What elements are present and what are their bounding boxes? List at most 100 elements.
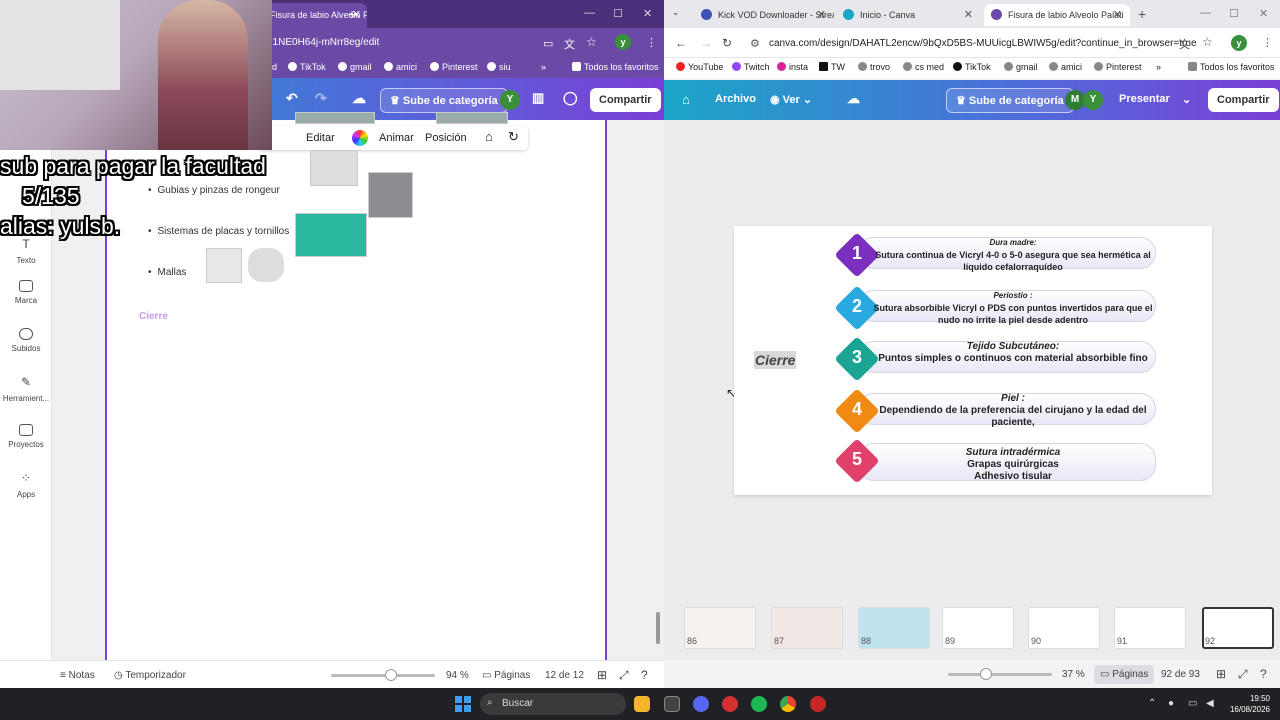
bookmark-insta[interactable]: insta [777, 62, 808, 72]
sidebar-item-apps[interactable]: ⁘ Apps [0, 472, 52, 499]
mesh-image[interactable] [206, 248, 242, 283]
store-icon[interactable] [664, 696, 680, 712]
new-tab-icon[interactable]: + [348, 6, 356, 22]
close-tab-icon[interactable]: ✕ [964, 8, 973, 21]
collaborator-avatar[interactable]: Y [1083, 90, 1103, 110]
undo-icon[interactable]: ↶ [286, 90, 298, 107]
discord-icon[interactable] [693, 696, 709, 712]
bookmark-tw[interactable]: TW [819, 62, 845, 72]
chrome-icon[interactable] [780, 696, 796, 712]
maximize-icon[interactable]: ☐ [1229, 7, 1239, 20]
zoom-slider-knob[interactable] [385, 669, 397, 681]
star-icon[interactable]: ☆ [1202, 35, 1213, 49]
present-dropdown-icon[interactable]: ⌄ [1182, 93, 1191, 106]
grid-view-icon[interactable]: ⊞ [1216, 667, 1226, 681]
url-field[interactable]: s71NE0H64j-mNrr8eg/edit [262, 37, 379, 48]
sidebar-item-proyectos[interactable]: Proyectos [0, 424, 52, 449]
timer-button[interactable]: ◷ Temporizador [114, 670, 186, 681]
system-clock[interactable]: 19:50 16/08/2026 [1220, 693, 1270, 715]
skull-image[interactable] [248, 248, 284, 282]
image-thumb[interactable] [436, 112, 508, 124]
scrollbar[interactable] [656, 612, 660, 644]
sidebar-item-herramientas[interactable]: ✎ Herramient... [0, 376, 52, 403]
image-thumb[interactable] [295, 112, 375, 124]
pages-button[interactable]: ▭ Páginas [1094, 665, 1155, 684]
zoom-slider-knob[interactable] [980, 668, 992, 680]
ctx-animate[interactable]: Animar [379, 132, 414, 144]
windows-start-icon[interactable] [455, 696, 471, 712]
redo-icon[interactable]: ↷ [315, 90, 327, 107]
translate-icon[interactable]: 文 [1179, 36, 1190, 52]
bookmark-item[interactable]: d [272, 62, 277, 72]
insights-chart-icon[interactable]: ▥ [532, 90, 544, 106]
minimize-icon[interactable]: — [1200, 7, 1211, 19]
chevron-up-icon[interactable]: ⌃ [1148, 698, 1156, 709]
maximize-icon[interactable]: ☐ [613, 7, 623, 20]
volume-icon[interactable]: ◀ [1206, 698, 1214, 709]
bookmarks-overflow[interactable]: » [1156, 62, 1161, 72]
color-wheel-icon[interactable] [352, 130, 368, 146]
network-icon[interactable]: ▭ [1188, 698, 1197, 709]
bookmark-all-favorites[interactable]: Todos los favoritos [572, 62, 659, 72]
tab-inicio-canva[interactable]: Inicio - Canva ✕ [836, 4, 981, 26]
close-window-icon[interactable]: ✕ [643, 7, 652, 20]
collaborator-avatar[interactable]: M [1065, 90, 1085, 110]
zoom-slider[interactable] [331, 669, 435, 681]
ctx-position[interactable]: Posición [425, 132, 467, 144]
bookmark-pinterest[interactable]: Pinterest [1094, 62, 1142, 72]
view-menu[interactable]: ◉ Ver ⌄ [770, 93, 812, 106]
profile-avatar[interactable]: y [615, 34, 631, 50]
tab-search-icon[interactable]: ⌄ [672, 7, 680, 18]
kebab-menu-icon[interactable]: ⋮ [1262, 36, 1273, 49]
zoom-level[interactable]: 94 % [446, 670, 469, 681]
notes-button[interactable]: ≡ Notas [60, 670, 95, 681]
bookmark-pinterest[interactable]: Pinterest [430, 62, 478, 72]
bookmark-trovo[interactable]: trovo [858, 62, 890, 72]
site-settings-icon[interactable]: ⚙ [750, 37, 760, 50]
zoom-slider[interactable] [948, 668, 1052, 680]
tab-kick-vod[interactable]: Kick VOD Downloader - Strea ✕ [694, 4, 834, 26]
close-tab-icon[interactable]: ✕ [1113, 8, 1122, 21]
minimize-icon[interactable]: — [584, 7, 595, 19]
image-thumb[interactable] [310, 150, 358, 186]
new-tab-icon[interactable]: + [1138, 6, 1146, 22]
cloud-save-icon[interactable]: ☁ [352, 90, 366, 107]
plates-image[interactable] [295, 213, 367, 257]
bookmark-twitch[interactable]: Twitch [732, 62, 770, 72]
present-button[interactable]: Presentar [1119, 93, 1170, 105]
copy-icon[interactable]: ▭ [543, 37, 553, 50]
translate-icon[interactable]: 文 [564, 36, 575, 52]
help-icon[interactable]: ? [1260, 667, 1267, 681]
microphone-icon[interactable]: ● [1168, 698, 1174, 709]
paint-roller-icon[interactable]: ⌂ [485, 129, 493, 144]
file-menu[interactable]: Archivo [715, 93, 756, 105]
ctx-edit[interactable]: Editar [306, 132, 335, 144]
taskbar-search[interactable]: ⌕ Buscar [480, 693, 626, 715]
close-tab-icon[interactable]: ✕ [817, 8, 826, 21]
sidebar-item-subidos[interactable]: Subidos [0, 328, 52, 353]
pages-button[interactable]: ▭ Páginas [482, 670, 530, 681]
app-icon[interactable] [722, 696, 738, 712]
slide-page[interactable] [105, 120, 607, 662]
home-icon[interactable]: ⌂ [682, 92, 690, 107]
bookmark-gmail[interactable]: gmail [1004, 62, 1038, 72]
tab-fisura-active[interactable]: Fisura de labio Alveolo Palati ✕ [984, 4, 1130, 26]
cloud-save-icon[interactable]: ☁ [847, 91, 860, 107]
instrument-image[interactable] [368, 172, 413, 218]
bookmark-amici[interactable]: amici [1049, 62, 1082, 72]
share-button[interactable]: Compartir [590, 88, 661, 112]
share-button[interactable]: Compartir [1208, 88, 1279, 112]
help-icon[interactable]: ? [641, 668, 648, 682]
refresh-icon[interactable]: ↻ [508, 129, 519, 145]
obs-icon[interactable] [810, 696, 826, 712]
collaborator-avatar[interactable]: Y [500, 90, 520, 110]
bookmarks-overflow[interactable]: » [541, 62, 546, 72]
forward-icon[interactable]: → [700, 36, 712, 50]
upgrade-button[interactable]: ♛ Sube de categoría [946, 88, 1074, 113]
file-explorer-icon[interactable] [634, 696, 650, 712]
upgrade-button[interactable]: ♛ Sube de categoría [380, 88, 508, 113]
bookmark-all-favorites[interactable]: Todos los favoritos [1188, 62, 1275, 72]
bookmark-tiktok[interactable]: TikTok [288, 62, 326, 72]
close-window-icon[interactable]: ✕ [1259, 7, 1268, 20]
kebab-menu-icon[interactable]: ⋮ [646, 36, 657, 49]
